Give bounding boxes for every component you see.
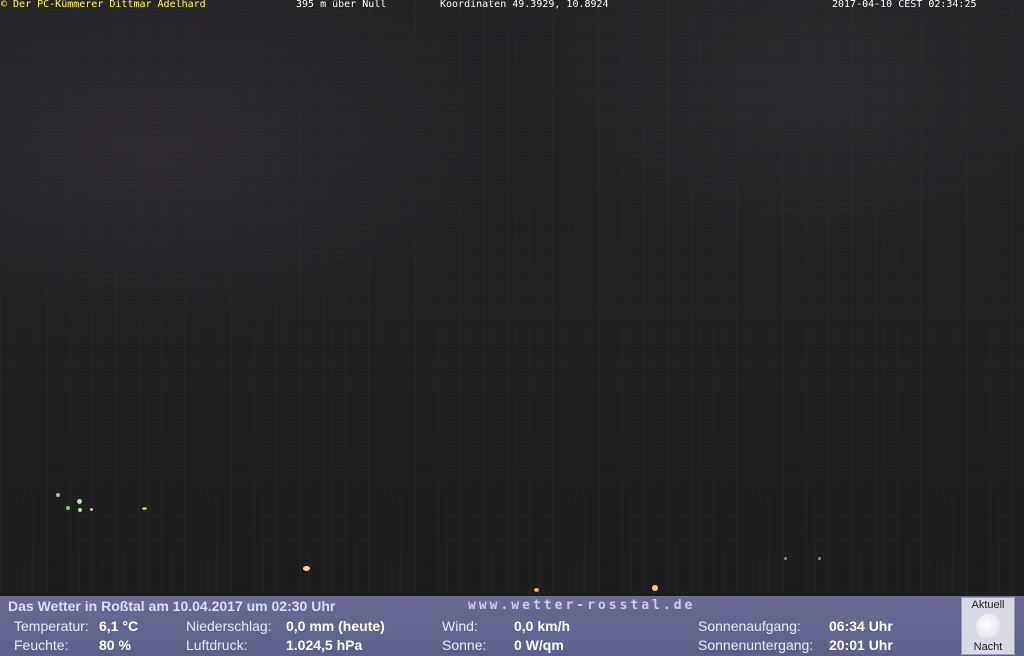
webcam-image (0, 0, 1024, 596)
owner-text: © Der PC-Kümmerer Dittmar Adelhard (1, 0, 206, 10)
humidity-value: 80 % (99, 637, 131, 653)
sunset-label: Sonnenuntergang: (698, 637, 814, 653)
camera-overlay-bar: © Der PC-Kümmerer Dittmar Adelhard 395 m… (0, 0, 1024, 11)
distant-light (66, 506, 70, 510)
distant-light (77, 499, 82, 504)
temperature-value: 6,1 °C (99, 618, 139, 634)
precipitation-label: Niederschlag: (186, 618, 272, 634)
coordinates-text: Koordinaten 49.3929, 10.8924 (440, 0, 609, 10)
timestamp-text: 2017-04-10 CEST 02:34:25 (832, 0, 977, 10)
humidity-label: Feuchte: (14, 637, 69, 653)
pressure-value: 1.024,5 hPa (286, 637, 363, 653)
distant-light (652, 585, 658, 591)
distant-light (303, 566, 310, 571)
distant-light (818, 557, 821, 560)
wind-label: Wind: (442, 618, 478, 634)
sunset-value: 20:01 Uhr (829, 637, 893, 653)
sun-label: Sonne: (442, 637, 487, 653)
moon-top-label: Aktuell (971, 599, 1005, 611)
distant-light (56, 493, 60, 497)
pressure-label: Luftdruck: (186, 637, 248, 653)
sunrise-label: Sonnenaufgang: (698, 618, 801, 634)
website-text: www.wetter-rosstal.de (468, 598, 696, 613)
altitude-text: 395 m über Null (296, 0, 387, 10)
wind-value: 0,0 km/h (514, 618, 571, 634)
temperature-label: Temperatur: (14, 618, 89, 634)
distant-light (534, 588, 539, 592)
weather-panel: Das Wetter in Roßtal am 10.04.2017 um 02… (0, 596, 1024, 656)
moon-bottom-label: Nacht (973, 641, 1003, 653)
moon-icon (976, 614, 1002, 640)
precipitation-value: 0,0 mm (heute) (286, 618, 385, 634)
sunrise-value: 06:34 Uhr (829, 618, 893, 634)
distant-light (784, 557, 787, 560)
distant-light (142, 507, 147, 510)
moon-phase-box: Aktuell Nacht (961, 597, 1015, 655)
distant-light (78, 508, 82, 512)
weather-title: Das Wetter in Roßtal am 10.04.2017 um 02… (8, 598, 336, 614)
distant-light (90, 508, 93, 511)
sun-value: 0 W/qm (514, 637, 564, 653)
